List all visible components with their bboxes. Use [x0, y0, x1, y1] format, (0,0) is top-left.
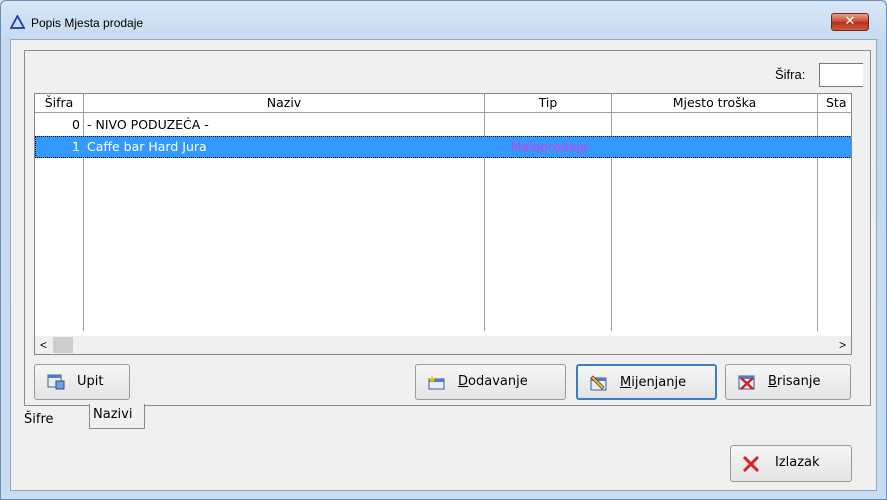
main-window: Popis Mjesta prodaje ✕ Šifra: Šifra Nazi…	[0, 0, 887, 500]
cell-naziv: Caffe bar Hard Jura	[87, 139, 207, 154]
brisanje-button[interactable]: Brisanje	[725, 364, 851, 400]
table-row-selected[interactable]: 1 Caffe bar Hard Jura Maloprodaja	[35, 136, 851, 158]
izlazak-label: Izlazak	[775, 455, 820, 470]
cell-status	[820, 136, 850, 158]
column-header-naziv[interactable]: Naziv	[84, 94, 485, 113]
warning-triangle-icon	[10, 15, 25, 29]
cell-tip	[487, 114, 611, 136]
table-row[interactable]: 0 - NIVO PODUZEĆA -	[35, 114, 851, 136]
close-icon: ✕	[844, 14, 856, 29]
horizontal-scrollbar[interactable]: < >	[35, 336, 851, 354]
tab-nazivi[interactable]: Nazivi	[89, 404, 145, 429]
brisanje-label: Brisanje	[768, 365, 820, 399]
mijenjanje-text: ijenjanje	[631, 375, 687, 390]
column-header-tip[interactable]: Tip	[485, 94, 612, 113]
dodavanje-label: Dodavanje	[458, 365, 528, 399]
cell-sifra: 0	[72, 117, 80, 132]
column-header-status[interactable]: Sta	[818, 94, 851, 113]
edit-icon	[590, 375, 607, 391]
dodavanje-text: odavanje	[468, 374, 528, 389]
mnemonic-d: D	[458, 374, 469, 389]
cell-status	[820, 114, 850, 136]
brisanje-text: risanje	[776, 374, 821, 389]
tab-sifre[interactable]: Šifre	[24, 406, 86, 434]
column-header-sifra[interactable]: Šifra	[35, 94, 84, 113]
add-icon	[428, 375, 445, 390]
cell-mjesto	[614, 136, 814, 158]
data-grid[interactable]: Šifra Naziv Tip Mjesto troška Sta 0 - NI…	[34, 93, 852, 355]
scroll-thumb[interactable]	[53, 337, 73, 353]
title-bar[interactable]: Popis Mjesta prodaje ✕	[1, 1, 886, 39]
exit-x-icon	[742, 456, 760, 472]
mnemonic-b: B	[768, 374, 777, 389]
delete-icon	[738, 375, 755, 390]
window-title: Popis Mjesta prodaje	[31, 16, 144, 30]
dodavanje-button[interactable]: Dodavanje	[415, 364, 566, 400]
client-area: Šifra: Šifra Naziv Tip Mjesto troška Sta…	[10, 39, 877, 491]
upit-button[interactable]: Upit	[34, 364, 130, 400]
cell-tip: Maloprodaja	[510, 139, 588, 154]
scroll-right-button[interactable]: >	[834, 336, 851, 354]
mnemonic-m: M	[620, 375, 632, 390]
tab-sifre-label: Šifre	[24, 412, 54, 427]
mijenjanje-button[interactable]: Mijenjanje	[576, 364, 717, 400]
cell-naziv: - NIVO PODUZEĆA -	[87, 117, 209, 132]
sifra-filter-label: Šifra:	[775, 67, 806, 82]
query-icon	[47, 374, 65, 390]
column-header-mjesto-troska[interactable]: Mjesto troška	[612, 94, 818, 113]
scroll-left-button[interactable]: <	[35, 336, 52, 354]
mijenjanje-label: Mijenjanje	[620, 366, 686, 400]
sifra-filter-input[interactable]	[819, 63, 863, 87]
tab-nazivi-label: Nazivi	[93, 407, 133, 422]
close-button[interactable]: ✕	[831, 13, 869, 31]
cell-mjesto	[614, 114, 814, 136]
upit-label: Upit	[77, 374, 104, 389]
izlazak-button[interactable]: Izlazak	[730, 445, 852, 482]
cell-sifra: 1	[72, 139, 80, 154]
tab-panel-sifre: Šifra: Šifra Naziv Tip Mjesto troška Sta…	[24, 50, 871, 406]
